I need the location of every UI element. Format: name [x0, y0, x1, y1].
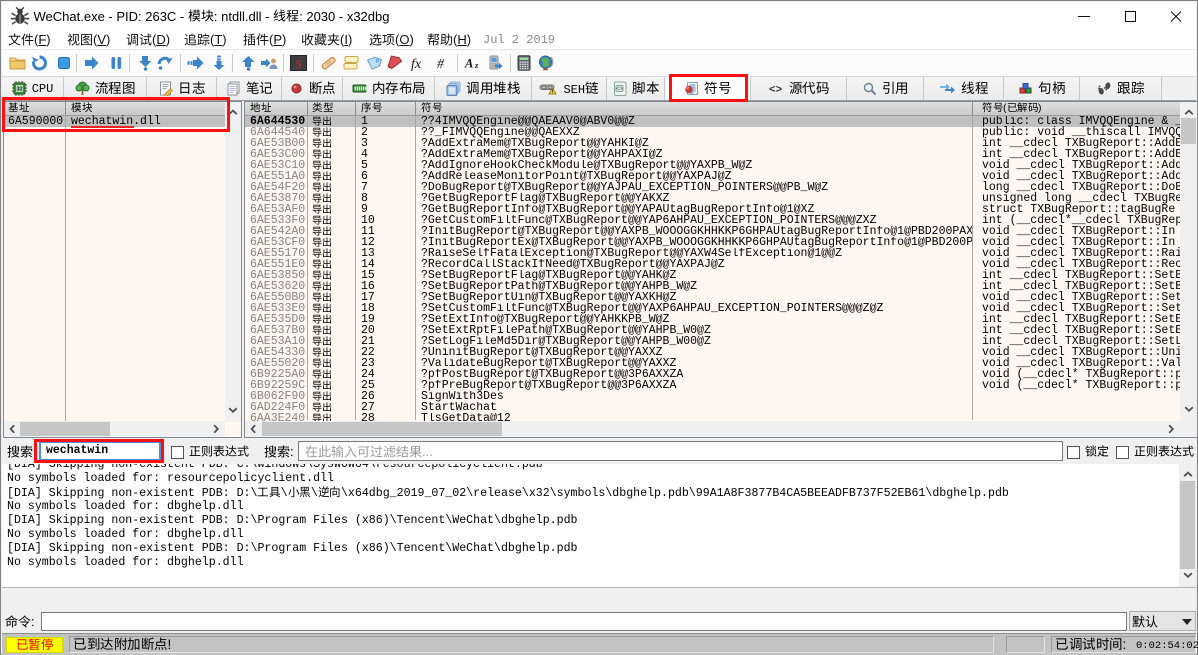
svg-text:!: ! [552, 89, 554, 95]
svg-text:fx: fx [411, 57, 422, 71]
svg-text:z: z [474, 60, 479, 70]
svg-text:<>: <> [616, 86, 624, 93]
svg-text:#: # [437, 57, 445, 71]
svg-text:A: A [464, 57, 473, 71]
svg-text:<>: <> [769, 85, 783, 97]
svg-text:32: 32 [16, 87, 22, 93]
svg-text:S: S [295, 57, 302, 71]
